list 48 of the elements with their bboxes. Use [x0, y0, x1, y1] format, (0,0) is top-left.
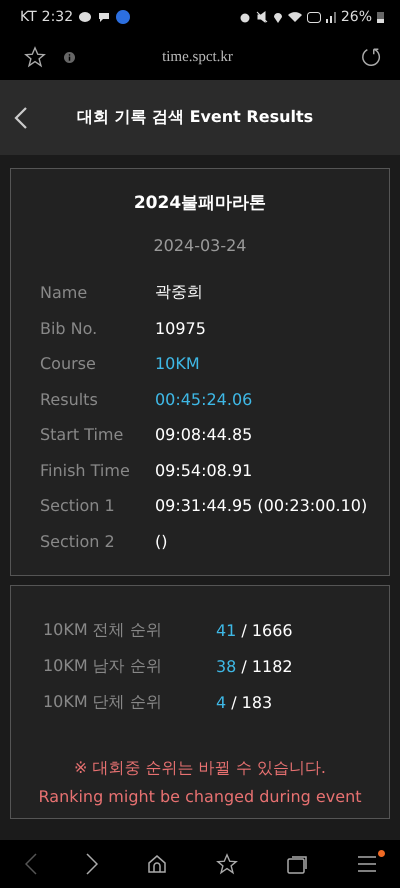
clock: 2:32: [42, 9, 74, 25]
total-count: / 1182: [241, 656, 293, 676]
field-value: 10975: [155, 318, 206, 338]
rank-number: 4: [216, 692, 226, 712]
signal-icon: [326, 11, 336, 23]
bookmark-star-icon[interactable]: [24, 46, 46, 68]
ranking-label: 10KM 남자 순위: [43, 656, 163, 676]
field-value: (): [155, 532, 168, 551]
event-date: 2024-03-24: [152, 236, 248, 255]
location-icon: [272, 11, 283, 23]
field-label: Start Time: [40, 425, 124, 444]
notice-text: ※ 대회중 순위는 바뀔 수 있습니다.: [73, 758, 327, 779]
field-value: 곽중희: [155, 282, 203, 304]
battery-percent: 26%: [340, 9, 372, 25]
field-label: Section 1: [40, 496, 116, 516]
ranking-label: 10KM 단체 순위: [43, 692, 163, 712]
menu-icon[interactable]: [358, 856, 376, 872]
tabs-icon[interactable]: [286, 854, 308, 874]
field-value: 10KM: [155, 354, 200, 374]
battery-icon: [377, 11, 384, 23]
notice-text: Ranking might be changed during event: [38, 787, 362, 806]
field-value: 00:45:24.06: [155, 390, 252, 409]
rank-number: 38: [216, 656, 236, 676]
url-text[interactable]: time.spct.kr: [93, 48, 302, 66]
reload-icon[interactable]: [360, 46, 382, 68]
field-value: 09:54:08.91: [155, 460, 252, 480]
wifi-icon: [288, 11, 302, 23]
info-icon[interactable]: [64, 52, 75, 62]
carrier-label: KT: [20, 9, 37, 25]
field-label: Bib No.: [40, 318, 98, 338]
field-label: Finish Time: [40, 460, 131, 480]
field-label: Name: [40, 283, 88, 302]
home-icon[interactable]: [146, 854, 166, 874]
chat-icon: [97, 11, 112, 23]
total-count: / 1666: [241, 620, 293, 640]
field-value: 09:31:44.95 (00:23:00.10): [155, 496, 368, 516]
field-label: Section 2: [40, 532, 116, 551]
ranking-label: 10KM 전체 순위: [43, 620, 163, 640]
field-label: Course: [40, 354, 97, 374]
mute-icon: [256, 11, 268, 23]
bookmarks-icon[interactable]: [216, 853, 238, 875]
total-count: / 183: [231, 692, 272, 712]
field-value: 09:08:44.85: [155, 425, 252, 444]
page-title: 대회 기록 검색 Event Results: [76, 107, 314, 128]
rank-number: 41: [216, 620, 236, 640]
back-icon[interactable]: [14, 106, 28, 130]
event-name: 2024불패마라톤: [132, 192, 268, 214]
field-label: Results: [40, 390, 99, 409]
